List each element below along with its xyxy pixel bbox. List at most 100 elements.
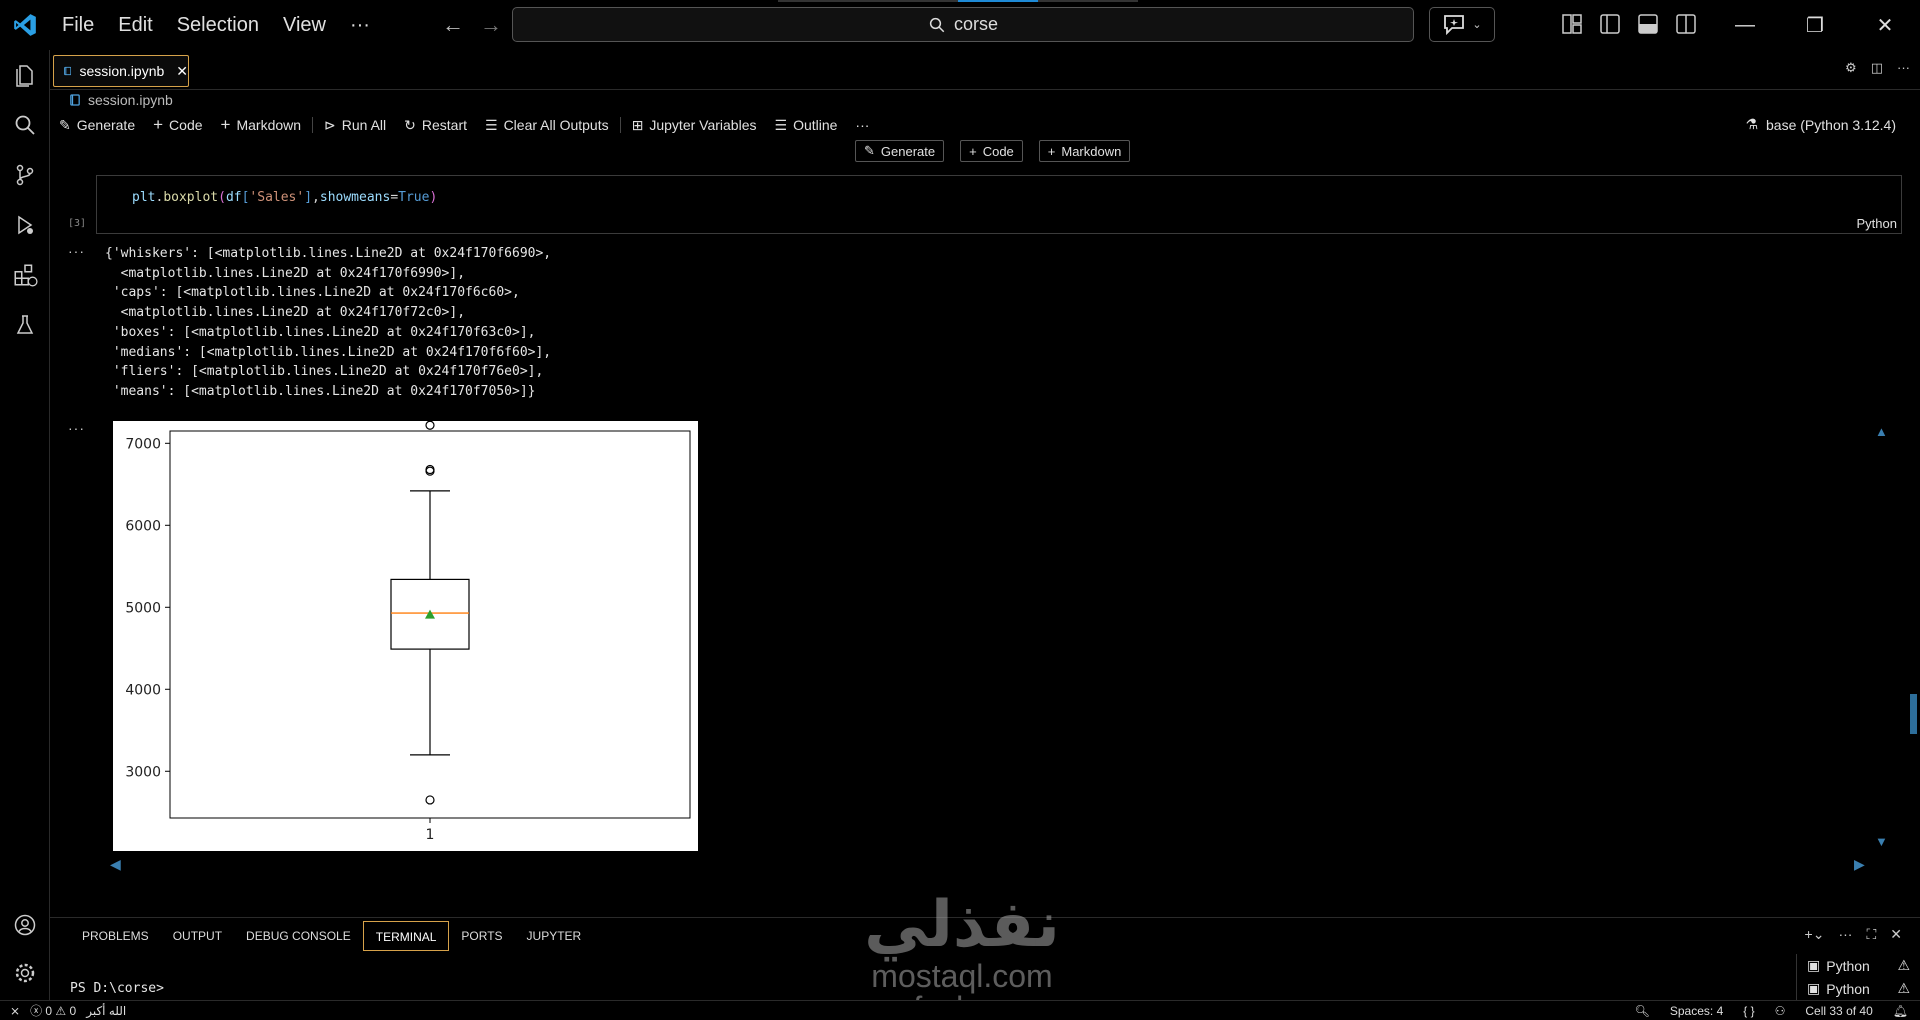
search-icon[interactable] <box>0 100 50 150</box>
notifications-bell-icon[interactable]: 🔔︎ <box>1893 1004 1908 1018</box>
variables-icon: ⊞ <box>631 116 644 133</box>
watermark-arabic: نفذلي <box>864 888 1060 962</box>
scroll-down-icon[interactable]: ▼ <box>1875 834 1888 849</box>
panel-more-icon[interactable]: ··· <box>1838 926 1852 943</box>
command-center-search[interactable]: corse <box>512 7 1414 42</box>
menu-more[interactable]: ··· <box>338 0 382 50</box>
customize-layout-icon[interactable] <box>1560 12 1584 36</box>
source-control-icon[interactable] <box>0 150 50 200</box>
indentation-status[interactable]: Spaces: 4 <box>1670 1004 1723 1018</box>
tab-terminal[interactable]: TERMINAL <box>362 921 450 951</box>
tab-close-icon[interactable]: ✕ <box>176 63 188 80</box>
outline-button[interactable]: ☰ Outline <box>766 117 847 134</box>
warning-icon: ⚠ <box>1897 980 1910 996</box>
manage-gear-icon[interactable] <box>0 948 50 998</box>
insert-markdown-button[interactable]: + Markdown <box>1038 140 1131 162</box>
scroll-right-icon[interactable]: ▶ <box>1854 856 1865 873</box>
output-actions-button[interactable]: ··· <box>68 243 85 259</box>
tab-problems[interactable]: PROBLEMS <box>70 921 161 951</box>
accounts-icon[interactable] <box>0 900 50 950</box>
editor-tab-bar: session.ipynb ✕ ⚙ ◫ ··· <box>50 50 1920 90</box>
jupyter-variables-button[interactable]: ⊞ Jupyter Variables <box>623 117 766 134</box>
terminal-item[interactable]: ▣ Python ⚠ <box>1797 977 1916 1000</box>
remote-icon[interactable]: ⨯ <box>10 1004 20 1018</box>
copilot-button[interactable]: ⌄ <box>1429 7 1495 42</box>
copilot-status-icon[interactable]: ⚇ <box>1775 1004 1786 1018</box>
add-markdown-button[interactable]: + Markdown <box>212 115 311 135</box>
tab-session-notebook[interactable]: session.ipynb ✕ <box>53 55 189 87</box>
flier-point <box>425 421 435 430</box>
scrollbar-thumb[interactable] <box>1910 694 1917 734</box>
nav-arrows: ← → <box>442 12 502 38</box>
extensions-icon[interactable] <box>0 250 50 300</box>
status-extra[interactable]: الله أكبر <box>86 1004 126 1018</box>
copilot-chat-icon <box>1444 14 1465 35</box>
run-all-button[interactable]: ⊳ Run All <box>315 117 395 134</box>
output-line: 'boxes': [<matplotlib.lines.Line2D at 0x… <box>105 324 536 340</box>
plot-axes-frame <box>169 430 691 819</box>
settings-gear-icon[interactable]: ⚙ <box>1845 60 1857 76</box>
warning-count: 0 <box>69 1004 77 1018</box>
braces-status[interactable]: { } <box>1743 1004 1754 1018</box>
activity-bar <box>0 50 50 1000</box>
restart-button[interactable]: ↻ Restart <box>395 117 476 134</box>
code-cell-editor[interactable]: plt.boxplot(df['Sales'],showmeans=True) … <box>96 175 1902 234</box>
clear-all-label: Clear All Outputs <box>503 117 609 133</box>
y-tick-label: 6000 <box>125 518 161 534</box>
sparkle-icon: ✎ <box>864 143 875 158</box>
tab-jupyter[interactable]: JUPYTER <box>515 921 594 951</box>
terminal-prompt[interactable]: PS D:\corse> <box>70 981 164 996</box>
tab-ports[interactable]: PORTS <box>449 921 514 951</box>
forward-arrow-icon[interactable]: → <box>480 12 502 38</box>
maximize-panel-icon[interactable]: ⛶ <box>1866 926 1876 943</box>
restore-icon[interactable]: ❐ <box>1780 0 1850 50</box>
plus-icon: + <box>1047 143 1056 159</box>
problems-indicator[interactable]: ⓧ 0 ⚠ 0 <box>30 1002 76 1019</box>
add-code-button[interactable]: + Code <box>144 115 211 135</box>
explorer-icon[interactable] <box>0 50 50 100</box>
output-line: {'whiskers': [<matplotlib.lines.Line2D a… <box>105 246 552 261</box>
breadcrumb-file[interactable]: session.ipynb <box>88 92 173 108</box>
menu-selection[interactable]: Selection <box>165 0 271 50</box>
toggle-secondary-sidebar-icon[interactable] <box>1674 12 1698 36</box>
menu-file[interactable]: File <box>50 0 106 50</box>
close-panel-icon[interactable]: ✕ <box>1890 926 1902 943</box>
insert-generate-button[interactable]: ✎ Generate <box>855 140 945 162</box>
new-terminal-plus-icon[interactable]: +⌄ <box>1805 926 1825 943</box>
output-line: <matplotlib.lines.Line2D at 0x24f170f699… <box>105 265 466 281</box>
back-arrow-icon[interactable]: ← <box>442 12 464 38</box>
zoom-icon[interactable]: 🔍︎ <box>1635 1004 1650 1018</box>
x-tick-label: 1 <box>426 827 435 843</box>
y-tick-label: 5000 <box>125 600 161 616</box>
scroll-up-icon[interactable]: ▲ <box>1875 424 1888 439</box>
scroll-left-icon[interactable]: ◀ <box>110 856 121 873</box>
more-actions-icon[interactable]: ··· <box>1897 60 1910 76</box>
output-actions-button[interactable]: ··· <box>68 420 85 436</box>
clear-all-outputs-button[interactable]: ☰ Clear All Outputs <box>476 117 618 134</box>
tab-output[interactable]: OUTPUT <box>161 921 234 951</box>
kernel-label: base (Python 3.12.4) <box>1766 116 1896 133</box>
code-line: plt.boxplot(df['Sales'],showmeans=True) <box>132 190 438 205</box>
toggle-primary-sidebar-icon[interactable] <box>1598 12 1622 36</box>
menu-edit[interactable]: Edit <box>106 0 164 50</box>
menu-bar: File Edit Selection View ··· <box>50 0 382 50</box>
y-tick-label: 4000 <box>125 682 161 698</box>
testing-flask-icon[interactable] <box>0 300 50 350</box>
insert-code-button[interactable]: + Code <box>960 140 1023 162</box>
watermark-url-1: mostaql.com <box>871 958 1053 994</box>
split-editor-icon[interactable]: ◫ <box>1871 60 1883 76</box>
menu-view[interactable]: View <box>271 0 338 50</box>
close-icon[interactable]: ✕ <box>1850 0 1920 50</box>
output-line: 'fliers': [<matplotlib.lines.Line2D at 0… <box>105 364 544 380</box>
terminal-item[interactable]: ▣ Python ⚠ <box>1797 954 1916 977</box>
plus-icon: + <box>969 143 977 159</box>
kernel-picker[interactable]: ⚗ base (Python 3.12.4) <box>1745 116 1896 133</box>
toggle-panel-icon[interactable] <box>1636 12 1660 36</box>
minimize-icon[interactable]: — <box>1710 0 1780 50</box>
cell-position-status[interactable]: Cell 33 of 40 <box>1805 1004 1872 1018</box>
generate-button[interactable]: ✎ Generate <box>50 117 144 134</box>
run-debug-icon[interactable] <box>0 200 50 250</box>
toolbar-more-button[interactable]: ··· <box>846 117 878 133</box>
tab-debug-console[interactable]: DEBUG CONSOLE <box>234 921 363 951</box>
cell-language-label[interactable]: Python <box>1857 216 1897 231</box>
